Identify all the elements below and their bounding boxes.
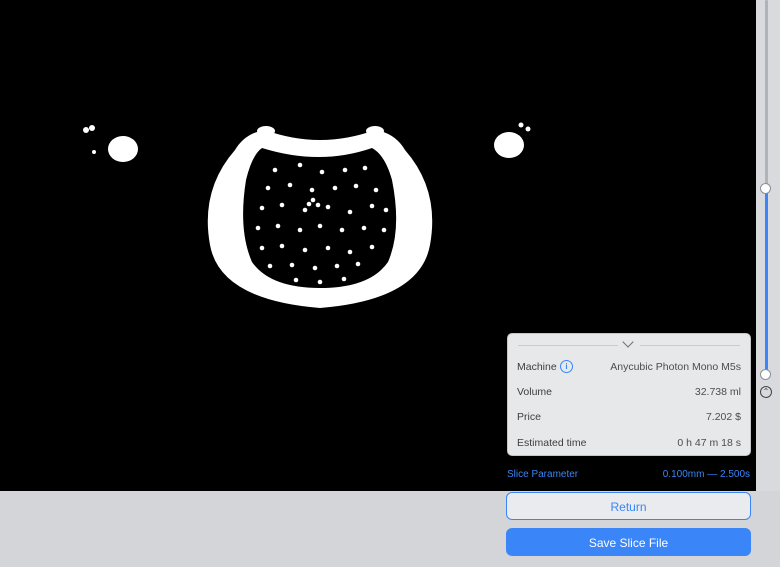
infill-dot	[317, 279, 323, 285]
return-button[interactable]: Return	[506, 492, 751, 520]
infill-dot	[265, 185, 271, 191]
infill-dot	[287, 182, 293, 188]
blob-dot	[518, 122, 524, 128]
volume-label: Volume	[517, 386, 553, 398]
panel-collapse-toggle[interactable]	[508, 334, 750, 354]
infill-dot	[334, 263, 340, 269]
infill-dot	[319, 169, 325, 175]
blob-dot	[83, 127, 89, 133]
time-value: 0 h 47 m 18 s	[677, 437, 741, 449]
infill-dot	[373, 187, 379, 193]
infill-dot	[272, 167, 278, 173]
infill-dot	[369, 244, 375, 250]
price-row: Price 7.202 $	[517, 409, 741, 427]
infill-dot	[279, 202, 285, 208]
slider-handle-bottom[interactable]	[760, 369, 771, 380]
infill-dot	[342, 167, 348, 173]
infill-dot	[369, 203, 375, 209]
volume-row: Volume 32.738 ml	[517, 384, 741, 402]
infill-dot	[306, 201, 312, 207]
layer-slider[interactable]: ⌃	[756, 0, 780, 491]
infill-dot	[275, 223, 281, 229]
volume-value: 32.738 ml	[694, 386, 741, 398]
infill-dot	[355, 261, 361, 267]
infill-dot	[310, 197, 316, 203]
price-label: Price	[517, 411, 541, 423]
machine-row: Machine i Anycubic Photon Mono M5s	[517, 359, 741, 377]
infill-dot	[297, 227, 303, 233]
infill-dot	[279, 243, 285, 249]
slice-info-panel: Machine i Anycubic Photon Mono M5s Volum…	[507, 333, 751, 456]
infill-dot	[297, 162, 303, 168]
chevron-down-icon[interactable]	[622, 336, 634, 348]
ring-nub-left	[257, 126, 275, 136]
blob-left	[108, 136, 138, 162]
slice-inner-cavity	[243, 148, 397, 288]
infill-dot	[361, 225, 367, 231]
blob-dot	[89, 125, 95, 131]
blob-dot	[525, 126, 531, 132]
infill-dot	[341, 276, 347, 282]
infill-dot	[362, 165, 368, 171]
infill-dot	[339, 227, 345, 233]
time-row: Estimated time 0 h 47 m 18 s	[517, 435, 741, 453]
infill-dot	[317, 223, 323, 229]
slice-parameter-label[interactable]: Slice Parameter	[507, 469, 578, 480]
infill-dot	[353, 183, 359, 189]
infill-dot	[289, 262, 295, 268]
blob-right	[494, 132, 524, 158]
infill-dot	[293, 277, 299, 283]
machine-value: Anycubic Photon Mono M5s	[610, 361, 741, 373]
time-label: Estimated time	[517, 437, 587, 449]
infill-dot	[347, 249, 353, 255]
slider-selected-range	[765, 188, 768, 374]
slider-handle-top[interactable]	[760, 183, 771, 194]
infill-dot	[302, 247, 308, 253]
price-value: 7.202 $	[705, 411, 741, 423]
infill-dot	[267, 263, 273, 269]
infill-dot	[381, 227, 387, 233]
infill-dot	[325, 245, 331, 251]
slice-parameter-value: 0.100mm — 2.500s	[662, 469, 750, 480]
infill-dot	[325, 204, 331, 210]
chevron-up-icon[interactable]: ⌃	[760, 386, 772, 398]
infill-dot	[255, 225, 261, 231]
ring-nub-right	[366, 126, 384, 136]
infill-dot	[259, 205, 265, 211]
infill-dot	[315, 202, 321, 208]
infill-dot	[259, 245, 265, 251]
machine-label: Machine	[517, 361, 557, 373]
infill-dot	[312, 265, 318, 271]
infill-dot	[347, 209, 353, 215]
infill-dot	[309, 187, 315, 193]
blob-dot	[92, 150, 96, 154]
save-slice-file-button[interactable]: Save Slice File	[506, 528, 751, 556]
infill-dot	[383, 207, 389, 213]
info-icon[interactable]: i	[560, 360, 573, 373]
infill-dot	[332, 185, 338, 191]
infill-dot	[302, 207, 308, 213]
